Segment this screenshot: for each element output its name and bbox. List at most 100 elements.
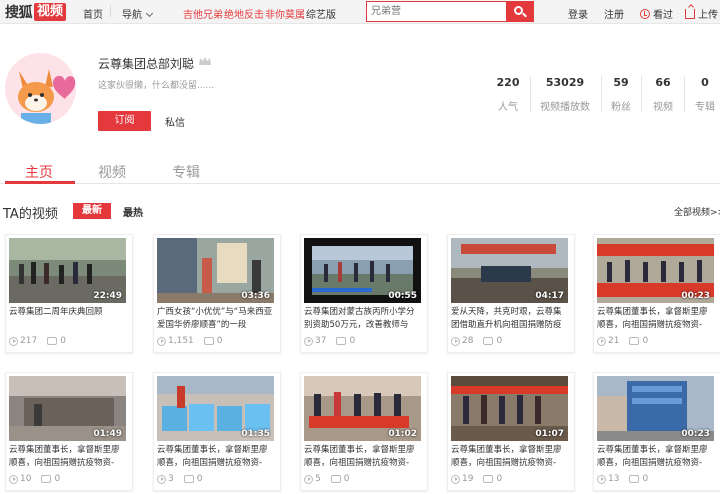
stat-label: 人气 (498, 102, 518, 113)
divider (601, 76, 602, 112)
video-title[interactable]: 云尊集团董事长，拿督斯里廖顺喜，向祖国捐赠抗疫物资- (597, 306, 715, 332)
sohu-video-logo[interactable]: 搜狐 视频 (5, 3, 67, 21)
video-card[interactable]: 01:02 云尊集团董事长，拿督斯里廖顺喜，向祖国捐赠抗疫物资- 5 0 (300, 372, 428, 491)
comment-count: 0 (642, 336, 649, 346)
play-count: 37 (315, 336, 327, 346)
stat-value: 220 (496, 76, 520, 89)
video-thumbnail[interactable]: 03:36 (157, 238, 274, 303)
play-count-icon (157, 474, 166, 484)
video-meta: 10 0 (9, 474, 60, 484)
comment-count: 0 (196, 474, 203, 484)
search-button[interactable] (506, 2, 533, 21)
tab-videos[interactable]: 视频 (98, 162, 126, 182)
stat-label: 专辑 (695, 102, 715, 113)
video-thumbnail[interactable]: 00:55 (304, 238, 421, 303)
nav-home-link[interactable]: 首页 (83, 6, 103, 21)
avatar[interactable] (5, 53, 76, 124)
stat-value: 66 (655, 76, 671, 89)
comment-icon (203, 337, 214, 345)
video-card[interactable]: 00:23 云尊集团董事长，拿督斯里廖顺喜，向祖国捐赠抗疫物资- 21 0 (593, 234, 720, 353)
play-count: 3 (168, 474, 174, 484)
message-button[interactable]: 私信 (165, 114, 185, 129)
video-title[interactable]: 云尊集团二周年庆典回顾 (9, 306, 127, 332)
stat-label: 视频 (653, 102, 673, 113)
video-thumbnail[interactable]: 01:49 (9, 376, 126, 441)
video-meta: 13 0 (597, 474, 648, 484)
logo-box: 视频 (34, 3, 67, 21)
hot-link-3[interactable]: 非你莫属 (265, 6, 305, 21)
video-meta: 28 0 (451, 336, 502, 346)
hot-link-1[interactable]: 吉他兄弟 (183, 6, 223, 21)
play-count: 13 (608, 474, 620, 484)
video-thumbnail[interactable]: 01:02 (304, 376, 421, 441)
video-title[interactable]: 广西女孩“小优优”与“马来西亚爱国华侨廖顺喜”的一段 (157, 306, 275, 332)
video-card[interactable]: 04:17 爱从天降，共克时艰，云尊集团借助直升机向祖国捐赠防疫 28 0 (447, 234, 575, 353)
play-count: 28 (462, 336, 474, 346)
sort-newest-button[interactable]: 最新 (73, 203, 111, 219)
video-meta: 21 0 (597, 336, 648, 346)
video-title[interactable]: 云尊集团董事长，拿督斯里廖顺喜，向祖国捐赠抗疫物资- (597, 444, 715, 470)
view-all-videos-link[interactable]: 全部视频>> (674, 205, 720, 218)
tab-home[interactable]: 主页 (25, 162, 53, 182)
video-title[interactable]: 云尊集团董事长，拿督斯里廖顺喜，向祖国捐赠抗疫物资- (304, 444, 422, 470)
video-duration: 22:49 (93, 291, 122, 301)
play-count: 5 (315, 474, 321, 484)
stat-videos[interactable]: 66 视频 (649, 76, 677, 113)
video-thumbnail[interactable]: 00:23 (597, 238, 714, 303)
video-card[interactable]: 00:55 云尊集团对蒙古族丙所小学分别资助50万元，改善教师与 37 0 (300, 234, 428, 353)
stat-albums[interactable]: 0 专辑 (692, 76, 718, 113)
video-duration: 01:02 (388, 429, 417, 439)
video-thumbnail[interactable]: 01:07 (451, 376, 568, 441)
video-card[interactable]: 03:36 广西女孩“小优优”与“马来西亚爱国华侨廖顺喜”的一段 1,151 0 (153, 234, 281, 353)
video-thumbnail[interactable]: 00:23 (597, 376, 714, 441)
register-link[interactable]: 注册 (604, 6, 624, 21)
comment-count: 0 (496, 336, 503, 346)
video-card[interactable]: 01:07 云尊集团董事长，拿督斯里廖顺喜，向祖国捐赠抗疫物资- 19 0 (447, 372, 575, 491)
video-thumbnail[interactable]: 04:17 (451, 238, 568, 303)
play-count-icon (304, 474, 313, 484)
subscribe-button[interactable]: 订阅 (98, 111, 151, 131)
upload-link[interactable]: 上传 (685, 6, 718, 21)
play-count-icon (597, 336, 606, 346)
history-link[interactable]: 看过 (640, 6, 673, 21)
search-box (366, 1, 534, 22)
comment-icon (183, 475, 194, 483)
play-count-icon (597, 474, 606, 484)
comment-count: 0 (54, 474, 61, 484)
video-duration: 00:23 (681, 429, 710, 439)
video-meta: 1,151 0 (157, 336, 223, 346)
play-count: 1,151 (168, 336, 194, 346)
stat-fans[interactable]: 59 粉丝 (607, 76, 635, 113)
video-duration: 01:07 (535, 429, 564, 439)
video-card[interactable]: 01:35 云尊集团董事长，拿督斯里廖顺喜，向祖国捐赠抗疫物资- 3 0 (153, 372, 281, 491)
fox-avatar-illustration (5, 53, 76, 124)
search-input[interactable] (367, 2, 505, 21)
login-link[interactable]: 登录 (568, 6, 588, 21)
top-navigation-bar: 搜狐 视频 首页 导航 吉他兄弟 绝地反击 非你莫属 综艺版 登录 注册 看过 … (0, 0, 720, 24)
nav-variety-link[interactable]: 综艺版 (306, 6, 336, 21)
video-title[interactable]: 云尊集团董事长，拿督斯里廖顺喜，向祖国捐赠抗疫物资- (157, 444, 275, 470)
divider (641, 76, 642, 112)
sort-hottest-button[interactable]: 最热 (123, 204, 143, 219)
section-title: TA的视频 (3, 207, 58, 222)
video-duration: 00:23 (681, 291, 710, 301)
stat-label: 视频播放数 (540, 102, 590, 113)
nav-guide-menu[interactable]: 导航 (122, 6, 154, 21)
play-count-icon (157, 336, 166, 346)
video-thumbnail[interactable]: 01:35 (157, 376, 274, 441)
video-card[interactable]: 00:23 云尊集团董事长，拿督斯里廖顺喜，向祖国捐赠抗疫物资- 13 0 (593, 372, 720, 491)
comment-count: 0 (60, 336, 66, 346)
video-meta: 217 0 (9, 336, 66, 346)
video-title[interactable]: 云尊集团对蒙古族丙所小学分别资助50万元，改善教师与 (304, 306, 422, 332)
video-title[interactable]: 云尊集团董事长，拿督斯里廖顺喜，向祖国捐赠抗疫物资- (9, 444, 127, 470)
tab-albums[interactable]: 专辑 (172, 162, 200, 182)
video-thumbnail[interactable]: 22:49 (9, 238, 126, 303)
video-title[interactable]: 云尊集团董事长，拿督斯里廖顺喜，向祖国捐赠抗疫物资- (451, 444, 569, 470)
crown-icon (199, 57, 211, 65)
play-count: 10 (20, 474, 32, 484)
hot-link-2[interactable]: 绝地反击 (224, 6, 264, 21)
video-card[interactable]: 22:49 云尊集团二周年庆典回顾 217 0 (5, 234, 133, 353)
video-meta: 5 0 (304, 474, 349, 484)
video-card[interactable]: 01:49 云尊集团董事长，拿督斯里廖顺喜，向祖国捐赠抗疫物资- 10 0 (5, 372, 133, 491)
video-title[interactable]: 爱从天降，共克时艰，云尊集团借助直升机向祖国捐赠防疫 (451, 306, 569, 332)
